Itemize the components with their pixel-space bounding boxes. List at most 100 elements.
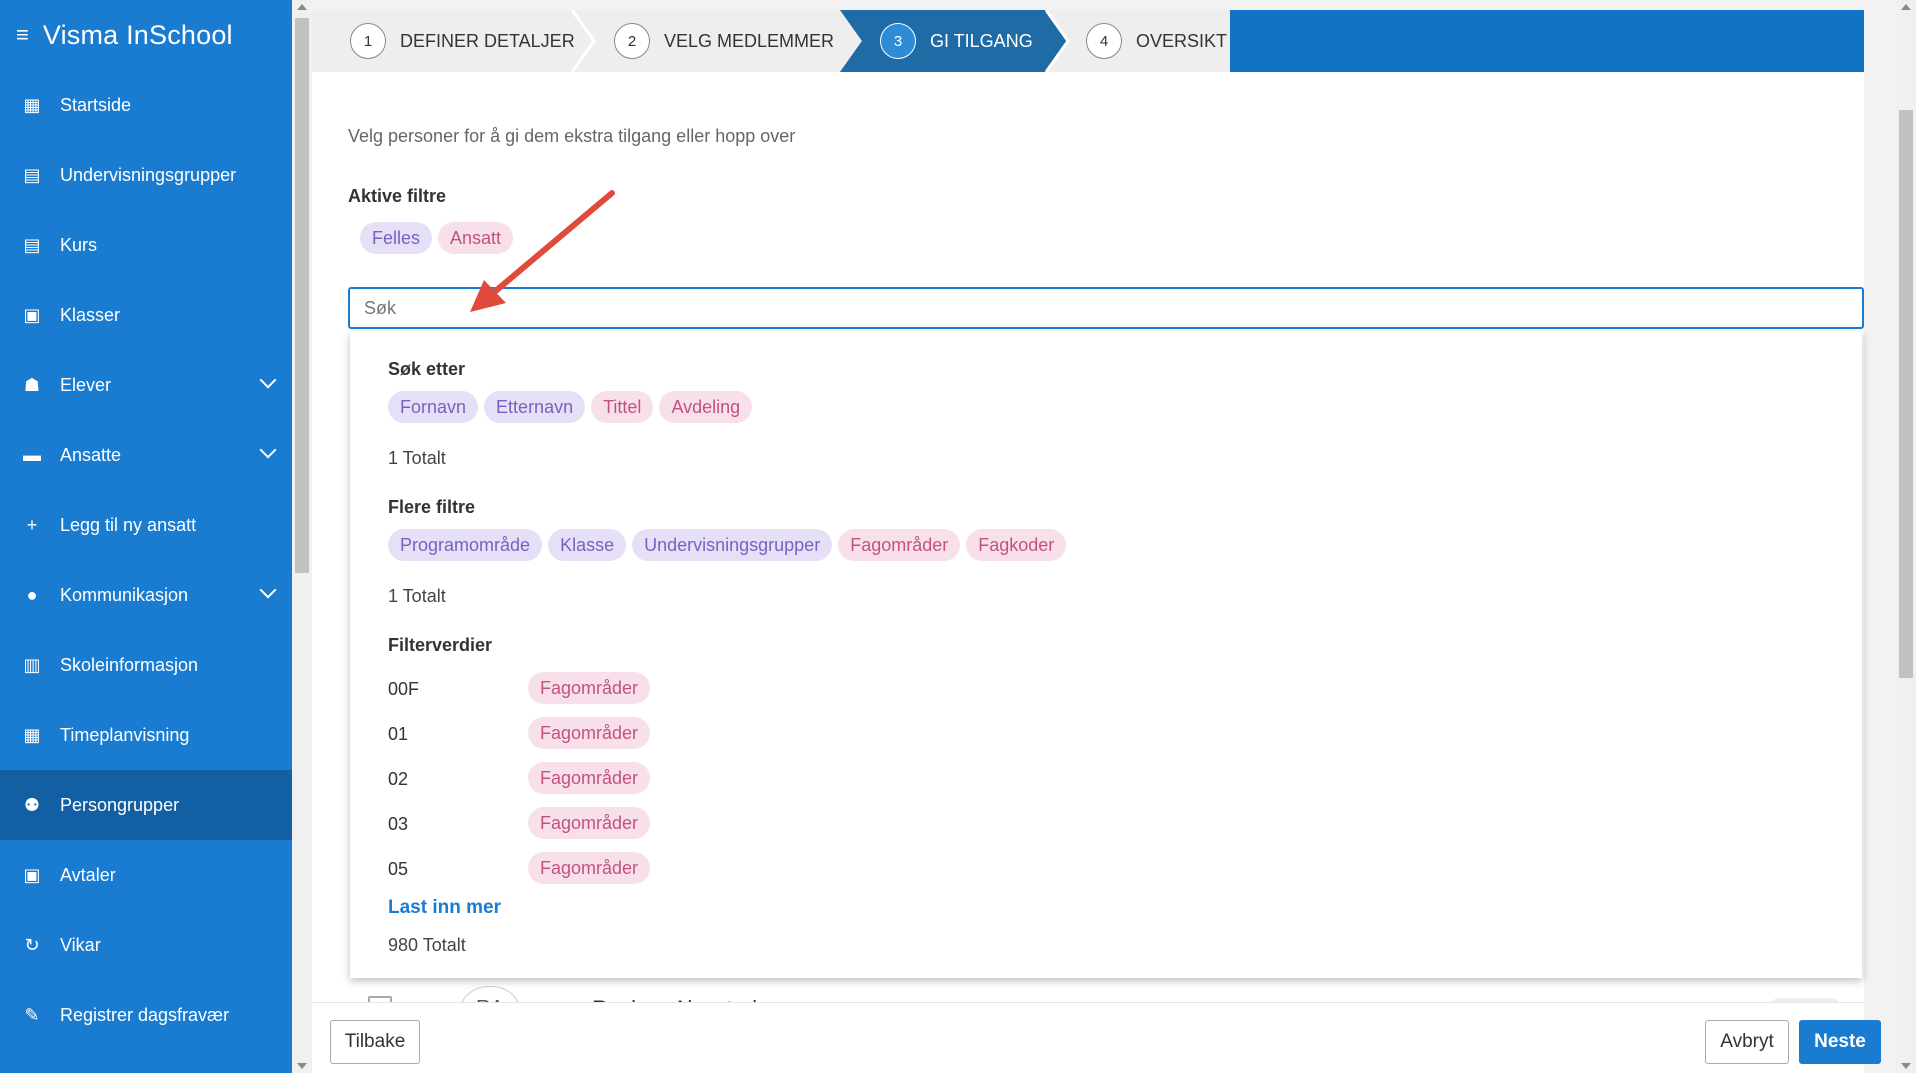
step-number: 4: [1086, 23, 1122, 59]
sidebar-item-label: Klasser: [60, 304, 121, 325]
sidebar-item-persongrupper[interactable]: ⚉ Persongrupper: [0, 770, 292, 840]
app-title: Visma InSchool: [42, 19, 233, 50]
load-more-link[interactable]: Last inn mer: [388, 897, 501, 919]
sidebar-item-label: Kurs: [60, 234, 98, 255]
cancel-button[interactable]: Avbryt: [1705, 1020, 1789, 1064]
wizard-stepper: 1 DEFINER DETALJER 2 VELG MEDLEMMER 3 GI…: [312, 10, 1864, 72]
step-label: DEFINER DETALJER: [400, 30, 575, 51]
scrollbar-thumb[interactable]: [1899, 110, 1913, 678]
filter-value-row[interactable]: 03 Fagområder: [388, 807, 788, 841]
active-filters-title: Aktive filtre: [348, 186, 447, 206]
sidebar-item-startside[interactable]: ▦ Startside: [0, 70, 292, 140]
filter-fagkoder[interactable]: Fagkoder: [966, 529, 1067, 561]
scroll-up-icon[interactable]: [1901, 4, 1911, 10]
sidebar-item-label: Skoleinformasjon: [60, 654, 199, 675]
step-label: GI TILGANG: [930, 30, 1033, 51]
main-scrollbar[interactable]: [1896, 0, 1916, 1073]
filter-value-row[interactable]: 02 Fagområder: [388, 762, 788, 796]
sidebar-item-kurs[interactable]: ▤ Kurs: [0, 210, 292, 280]
sidebar-item-ansatte[interactable]: ▬ Ansatte: [0, 420, 292, 490]
filter-fagomrader[interactable]: Fagområder: [838, 529, 961, 561]
step-definer-detaljer[interactable]: 1 DEFINER DETALJER: [350, 10, 575, 72]
sidebar-item-timeplanvisning[interactable]: ▦ Timeplanvisning: [0, 700, 292, 770]
sidebar-item-avtaler[interactable]: ▣ Avtaler: [0, 840, 292, 910]
search-by-fornavn[interactable]: Fornavn: [388, 391, 479, 423]
app-header: ≡ Visma InSchool: [0, 0, 292, 70]
sidebar-item-label: Legg til ny ansatt: [60, 514, 197, 535]
filter-value-row[interactable]: 01 Fagområder: [388, 717, 788, 751]
more-filters-chips: Programområde Klasse Undervisningsgrupper F…: [388, 529, 1072, 561]
scroll-down-icon[interactable]: [1901, 1063, 1911, 1069]
filter-programomrade[interactable]: Programområde: [388, 529, 543, 561]
scroll-down-icon[interactable]: [297, 1063, 307, 1069]
filter-chip-ansatt[interactable]: Ansatt: [438, 222, 514, 254]
sidebar-item-skoleinformasjon[interactable]: ▥ Skoleinformasjon: [0, 630, 292, 700]
wizard-footer: Tilbake Avbryt Neste: [312, 1002, 1881, 1073]
step-gi-tilgang[interactable]: 3 GI TILGANG: [880, 10, 1033, 72]
sidebar-item-label: Startside: [60, 94, 132, 115]
step-oversikt[interactable]: 4 OVERSIKT: [1086, 10, 1227, 72]
filter-undervisningsgrupper[interactable]: Undervisningsgrupper: [632, 529, 833, 561]
search-by-avdeling[interactable]: Avdeling: [659, 391, 753, 423]
presentation-icon: ▣: [23, 304, 41, 325]
back-button[interactable]: Tilbake: [330, 1020, 420, 1064]
filter-value-code: 05: [388, 859, 409, 879]
filter-value-tag: Fagområder: [528, 762, 651, 794]
sidebar-item-kommunikasjon[interactable]: ● Kommunikasjon: [0, 560, 292, 630]
refresh-icon: ↻: [24, 934, 40, 955]
more-filters-title: Flere filtre: [388, 497, 476, 517]
sidebar-item-elever[interactable]: ☗ Elever: [0, 350, 292, 420]
chat-icon: ●: [26, 584, 38, 605]
more-filters-total: 1 Totalt: [388, 586, 446, 606]
filter-value-code: 01: [388, 724, 409, 744]
sidebar-item-label: Kommunikasjon: [60, 584, 189, 605]
filter-chip-felles[interactable]: Felles: [360, 222, 433, 254]
step-number: 1: [350, 23, 386, 59]
plus-icon: +: [26, 514, 38, 535]
calendar-check-icon: ▣: [23, 864, 41, 885]
search-by-tittel[interactable]: Tittel: [591, 391, 654, 423]
next-button[interactable]: Neste: [1799, 1020, 1881, 1064]
filter-value-code: 02: [388, 769, 409, 789]
search-by-etternavn[interactable]: Etternavn: [484, 391, 586, 423]
sidebar-item-legg-til-ny-ansatt[interactable]: + Legg til ny ansatt: [0, 490, 292, 560]
pencil-icon: ✎: [24, 1004, 40, 1025]
hamburger-icon[interactable]: ≡: [16, 24, 29, 46]
filter-value-row[interactable]: 00F Fagområder: [388, 672, 788, 706]
school-icon: ▥: [23, 654, 41, 675]
wizard-card: 1 DEFINER DETALJER 2 VELG MEDLEMMER 3 GI…: [312, 10, 1864, 1016]
sidebar-item-label: Ansatte: [60, 444, 122, 465]
filter-values-title: Filterverdier: [388, 635, 493, 655]
calendar-icon: ▦: [23, 724, 41, 745]
filter-klasse[interactable]: Klasse: [548, 529, 627, 561]
filter-value-tag: Fagområder: [528, 807, 651, 839]
chevron-down-icon[interactable]: [259, 581, 277, 599]
filter-value-code: 03: [388, 814, 409, 834]
sidebar-item-vikar[interactable]: ↻ Vikar: [0, 910, 292, 980]
sidebar-scrollbar[interactable]: [292, 0, 312, 1073]
scroll-up-icon[interactable]: [297, 4, 307, 10]
instruction-text: Velg personer for å gi dem ekstra tilgan…: [348, 126, 796, 146]
chevron-down-icon[interactable]: [259, 441, 277, 459]
main-area: 1 DEFINER DETALJER 2 VELG MEDLEMMER 3 GI…: [312, 0, 1896, 1073]
search-by-total: 1 Totalt: [388, 448, 446, 468]
step-velg-medlemmer[interactable]: 2 VELG MEDLEMMER: [614, 10, 834, 72]
sidebar-item-klasser[interactable]: ▣ Klasser: [0, 280, 292, 350]
sidebar-item-label: Timeplanvisning: [60, 724, 190, 745]
grid-icon: ▦: [23, 94, 41, 115]
chevron-down-icon[interactable]: [259, 371, 277, 389]
sidebar-item-label: Registrer dagsfravær: [60, 1004, 230, 1025]
sidebar-item-undervisningsgrupper[interactable]: ▤ Undervisningsgrupper: [0, 140, 292, 210]
step-number: 2: [614, 23, 650, 59]
step-label: OVERSIKT: [1136, 30, 1228, 51]
sidebar-item-label: Persongrupper: [60, 794, 180, 815]
sidebar-item-registrer-dagsfravær[interactable]: ✎ Registrer dagsfravær: [0, 980, 292, 1050]
search-by-chips: Fornavn Etternavn Tittel Avdeling: [388, 391, 758, 423]
filter-value-row[interactable]: 05 Fagområder: [388, 852, 788, 886]
scrollbar-thumb[interactable]: [295, 18, 309, 573]
search-input[interactable]: [348, 287, 1864, 329]
sidebar-item-label: Avtaler: [60, 864, 116, 885]
book-icon: ▤: [23, 164, 41, 185]
sidebar-item-label: Elever: [60, 374, 112, 395]
sidebar-item-label: Undervisningsgrupper: [60, 164, 237, 185]
